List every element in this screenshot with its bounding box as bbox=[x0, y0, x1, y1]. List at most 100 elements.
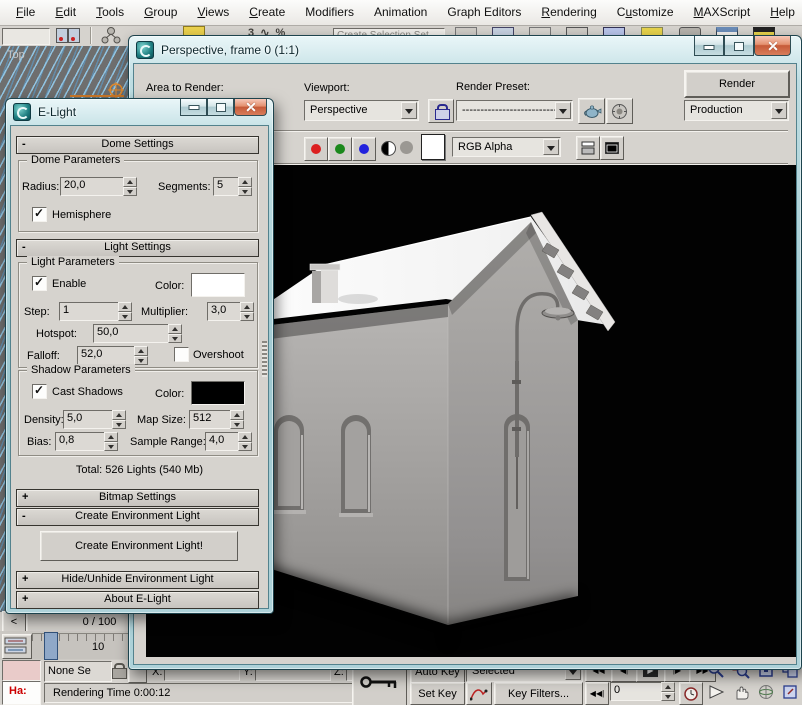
frame-spinner[interactable] bbox=[661, 682, 675, 701]
mini-curve-editor-button[interactable] bbox=[2, 634, 32, 659]
close-button[interactable] bbox=[234, 99, 267, 116]
map-size-field[interactable]: 512 bbox=[189, 410, 235, 429]
gizmo-axis-line bbox=[70, 95, 124, 97]
viewport-label[interactable]: Top bbox=[7, 49, 25, 61]
lock-icon bbox=[435, 104, 448, 119]
falloff-field[interactable]: 52,0 bbox=[77, 346, 139, 365]
orbit-button[interactable] bbox=[754, 681, 778, 703]
close-button[interactable] bbox=[754, 36, 791, 56]
menu-animation[interactable]: Animation bbox=[364, 0, 437, 25]
maximize-viewport-button[interactable] bbox=[779, 681, 801, 703]
pan-button[interactable] bbox=[729, 681, 753, 703]
hemisphere-checkbox[interactable] bbox=[32, 207, 47, 222]
enable-checkbox[interactable] bbox=[32, 276, 47, 291]
radius-label: Radius: bbox=[22, 181, 59, 193]
bias-field[interactable]: 0,8 bbox=[55, 432, 109, 451]
named-selection-combo[interactable] bbox=[2, 28, 50, 45]
clock-icon bbox=[683, 686, 699, 702]
light-color-swatch[interactable] bbox=[191, 273, 245, 297]
menu-tools[interactable]: Tools bbox=[86, 0, 134, 25]
environment-dialog-button[interactable] bbox=[606, 98, 633, 124]
key-filters-button[interactable]: Key Filters... bbox=[494, 682, 583, 705]
field-of-view-button[interactable] bbox=[704, 681, 728, 703]
rollout-about-elight[interactable]: + About E-Light bbox=[16, 591, 259, 609]
minimize-button[interactable] bbox=[180, 99, 207, 116]
density-spinner[interactable] bbox=[112, 410, 126, 429]
menu-edit[interactable]: Edit bbox=[45, 0, 86, 25]
menu-graph-editors[interactable]: Graph Editors bbox=[437, 0, 531, 25]
key-mode-toggle-button[interactable]: ◀◀| bbox=[585, 682, 609, 705]
maxscript-listener-pink[interactable] bbox=[2, 660, 41, 681]
viewport-combo-label: Viewport: bbox=[304, 82, 350, 94]
blue-channel-button[interactable] bbox=[352, 137, 376, 161]
cast-shadows-checkbox[interactable] bbox=[32, 384, 47, 399]
menu-file[interactable]: File bbox=[6, 0, 45, 25]
hotspot-field[interactable]: 50,0 bbox=[93, 324, 173, 343]
rollout-light-settings[interactable]: - Light Settings bbox=[16, 239, 259, 257]
previous-frame-button[interactable]: < bbox=[2, 611, 26, 633]
menu-rendering[interactable]: Rendering bbox=[531, 0, 606, 25]
falloff-spinner[interactable] bbox=[134, 346, 148, 365]
rollout-create-environment-light[interactable]: - Create Environment Light bbox=[16, 508, 259, 526]
maximize-button[interactable] bbox=[207, 99, 234, 116]
maximize-button[interactable] bbox=[724, 36, 754, 56]
set-key-button[interactable]: Set Key bbox=[410, 682, 465, 705]
menu-modifiers[interactable]: Modifiers bbox=[295, 0, 364, 25]
rollout-label: Dome Settings bbox=[101, 138, 173, 150]
clear-color-swatch[interactable] bbox=[421, 134, 445, 160]
step-field[interactable]: 1 bbox=[59, 302, 123, 321]
track-bar-tick-10: 10 bbox=[92, 641, 104, 653]
maxscript-listener-white[interactable]: Ha: bbox=[2, 681, 41, 705]
menu-customize[interactable]: Customize bbox=[607, 0, 684, 25]
step-spinner[interactable] bbox=[118, 302, 132, 321]
clear-image-button[interactable] bbox=[600, 136, 624, 160]
clone-window-button[interactable] bbox=[576, 136, 600, 160]
rollout-bitmap-settings[interactable]: + Bitmap Settings bbox=[16, 489, 259, 507]
multiplier-spinner[interactable] bbox=[240, 302, 254, 321]
menu-maxscript[interactable]: MAXScript bbox=[684, 0, 761, 25]
minimize-button[interactable] bbox=[694, 36, 724, 56]
select-and-link-icon[interactable] bbox=[100, 26, 122, 45]
3dsmax-application: File Edit Tools Group Views Create Modif… bbox=[0, 0, 802, 705]
monochrome-icon[interactable] bbox=[381, 141, 396, 156]
screen-icon bbox=[605, 142, 619, 154]
selection-lock-icon[interactable] bbox=[112, 663, 125, 678]
render-setup-button[interactable] bbox=[578, 98, 605, 124]
hotspot-spinner[interactable] bbox=[168, 324, 182, 343]
render-target-combo[interactable]: Production bbox=[684, 100, 789, 121]
rollout-dome-settings[interactable]: - Dome Settings bbox=[16, 136, 259, 154]
sample-range-label: Sample Range: bbox=[130, 436, 206, 448]
track-bar-handle[interactable] bbox=[44, 632, 58, 660]
time-configuration-button[interactable] bbox=[679, 682, 703, 705]
map-size-spinner[interactable] bbox=[230, 410, 244, 429]
menu-create[interactable]: Create bbox=[239, 0, 295, 25]
default-in-out-tangent-button[interactable] bbox=[466, 682, 492, 705]
render-preset-combo[interactable]: -------------------------- bbox=[456, 100, 573, 121]
sample-range-spinner[interactable] bbox=[238, 432, 252, 451]
current-frame-field[interactable]: 0 bbox=[610, 682, 666, 701]
viewport-combo[interactable]: Perspective bbox=[304, 100, 419, 121]
alpha-channel-icon[interactable] bbox=[400, 141, 413, 154]
render-button[interactable]: Render bbox=[684, 70, 790, 98]
group-dome-parameters: Dome Parameters bbox=[18, 160, 258, 232]
menu-group[interactable]: Group bbox=[134, 0, 187, 25]
channel-display-combo[interactable]: RGB Alpha bbox=[452, 137, 561, 157]
radius-spinner[interactable] bbox=[123, 177, 137, 196]
overshoot-checkbox[interactable] bbox=[174, 347, 189, 362]
segments-spinner[interactable] bbox=[238, 177, 252, 196]
menu-help[interactable]: Help bbox=[760, 0, 802, 25]
green-channel-button[interactable] bbox=[328, 137, 352, 161]
rollout-label: Bitmap Settings bbox=[99, 491, 176, 503]
bias-spinner[interactable] bbox=[104, 432, 118, 451]
viewport-lock-button[interactable] bbox=[428, 99, 454, 123]
create-environment-light-button[interactable]: Create Environment Light! bbox=[40, 531, 238, 561]
shadow-color-swatch[interactable] bbox=[191, 381, 245, 405]
radius-field[interactable]: 20,0 bbox=[60, 177, 128, 196]
rollout-scroll-grip[interactable] bbox=[262, 341, 267, 377]
rollout-hide-unhide-environment-light[interactable]: + Hide/Unhide Environment Light bbox=[16, 571, 259, 589]
menu-views[interactable]: Views bbox=[187, 0, 239, 25]
step-label: Step: bbox=[24, 306, 50, 318]
mirror-icon[interactable] bbox=[56, 27, 82, 44]
red-channel-button[interactable] bbox=[304, 137, 328, 161]
density-field[interactable]: 5,0 bbox=[63, 410, 117, 429]
